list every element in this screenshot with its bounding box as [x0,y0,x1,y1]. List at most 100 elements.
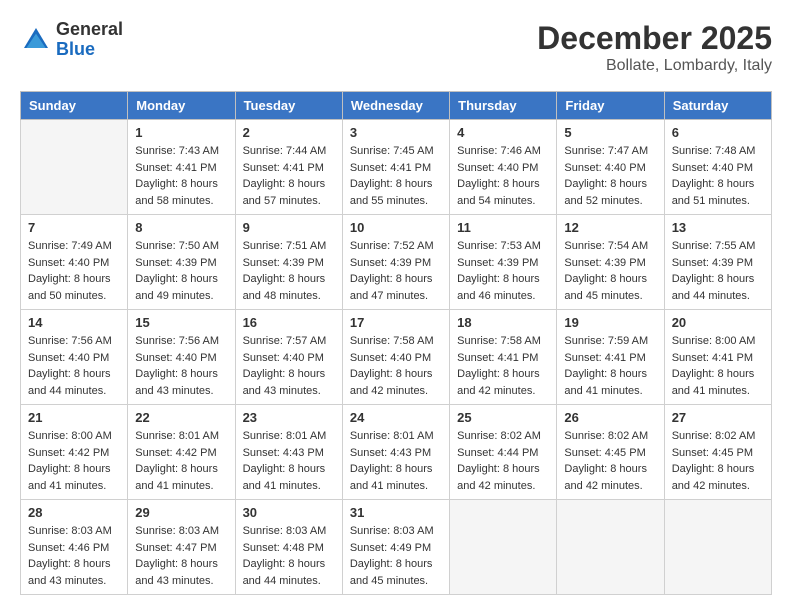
sunset: Sunset: 4:44 PM [457,445,549,462]
table-row: 24 Sunrise: 8:01 AM Sunset: 4:43 PM Dayl… [342,405,449,500]
day-info: Sunrise: 7:50 AM Sunset: 4:39 PM Dayligh… [135,238,227,304]
table-row: 15 Sunrise: 7:56 AM Sunset: 4:40 PM Dayl… [128,310,235,405]
sunset: Sunset: 4:41 PM [350,160,442,177]
day-number: 25 [457,410,549,425]
day-number: 29 [135,505,227,520]
daylight: Daylight: 8 hours and 43 minutes. [243,366,335,399]
day-number: 22 [135,410,227,425]
sunrise: Sunrise: 8:01 AM [350,428,442,445]
day-info: Sunrise: 7:48 AM Sunset: 4:40 PM Dayligh… [672,143,764,209]
day-info: Sunrise: 8:00 AM Sunset: 4:41 PM Dayligh… [672,333,764,399]
sunrise: Sunrise: 7:58 AM [457,333,549,350]
day-number: 11 [457,220,549,235]
day-info: Sunrise: 7:45 AM Sunset: 4:41 PM Dayligh… [350,143,442,209]
calendar-week-row: 28 Sunrise: 8:03 AM Sunset: 4:46 PM Dayl… [21,500,772,595]
daylight: Daylight: 8 hours and 58 minutes. [135,176,227,209]
day-number: 3 [350,125,442,140]
sunrise: Sunrise: 7:47 AM [564,143,656,160]
day-info: Sunrise: 8:03 AM Sunset: 4:47 PM Dayligh… [135,523,227,589]
sunrise: Sunrise: 8:03 AM [28,523,120,540]
sunset: Sunset: 4:40 PM [28,350,120,367]
table-row: 27 Sunrise: 8:02 AM Sunset: 4:45 PM Dayl… [664,405,771,500]
sunset: Sunset: 4:39 PM [350,255,442,272]
daylight: Daylight: 8 hours and 48 minutes. [243,271,335,304]
header-tuesday: Tuesday [235,92,342,120]
calendar-week-row: 21 Sunrise: 8:00 AM Sunset: 4:42 PM Dayl… [21,405,772,500]
daylight: Daylight: 8 hours and 51 minutes. [672,176,764,209]
table-row: 31 Sunrise: 8:03 AM Sunset: 4:49 PM Dayl… [342,500,449,595]
sunrise: Sunrise: 8:00 AM [28,428,120,445]
table-row: 20 Sunrise: 8:00 AM Sunset: 4:41 PM Dayl… [664,310,771,405]
day-number: 13 [672,220,764,235]
header-sunday: Sunday [21,92,128,120]
table-row [557,500,664,595]
sunset: Sunset: 4:47 PM [135,540,227,557]
daylight: Daylight: 8 hours and 45 minutes. [350,556,442,589]
sunset: Sunset: 4:49 PM [350,540,442,557]
logo-blue: Blue [56,40,123,60]
header-thursday: Thursday [450,92,557,120]
logo-general: General [56,20,123,40]
daylight: Daylight: 8 hours and 44 minutes. [243,556,335,589]
sunset: Sunset: 4:41 PM [457,350,549,367]
daylight: Daylight: 8 hours and 45 minutes. [564,271,656,304]
table-row: 17 Sunrise: 7:58 AM Sunset: 4:40 PM Dayl… [342,310,449,405]
sunrise: Sunrise: 7:57 AM [243,333,335,350]
daylight: Daylight: 8 hours and 42 minutes. [457,461,549,494]
day-info: Sunrise: 7:46 AM Sunset: 4:40 PM Dayligh… [457,143,549,209]
header-wednesday: Wednesday [342,92,449,120]
sunset: Sunset: 4:45 PM [672,445,764,462]
day-number: 1 [135,125,227,140]
sunrise: Sunrise: 8:03 AM [243,523,335,540]
day-info: Sunrise: 7:51 AM Sunset: 4:39 PM Dayligh… [243,238,335,304]
day-info: Sunrise: 7:44 AM Sunset: 4:41 PM Dayligh… [243,143,335,209]
table-row: 12 Sunrise: 7:54 AM Sunset: 4:39 PM Dayl… [557,215,664,310]
daylight: Daylight: 8 hours and 42 minutes. [350,366,442,399]
daylight: Daylight: 8 hours and 47 minutes. [350,271,442,304]
day-info: Sunrise: 7:57 AM Sunset: 4:40 PM Dayligh… [243,333,335,399]
sunrise: Sunrise: 8:00 AM [672,333,764,350]
sunrise: Sunrise: 7:55 AM [672,238,764,255]
table-row [664,500,771,595]
table-row: 21 Sunrise: 8:00 AM Sunset: 4:42 PM Dayl… [21,405,128,500]
title-section: December 2025 Bollate, Lombardy, Italy [537,20,772,75]
table-row: 28 Sunrise: 8:03 AM Sunset: 4:46 PM Dayl… [21,500,128,595]
sunrise: Sunrise: 8:03 AM [350,523,442,540]
table-row: 2 Sunrise: 7:44 AM Sunset: 4:41 PM Dayli… [235,120,342,215]
day-info: Sunrise: 8:02 AM Sunset: 4:45 PM Dayligh… [564,428,656,494]
table-row: 9 Sunrise: 7:51 AM Sunset: 4:39 PM Dayli… [235,215,342,310]
day-number: 6 [672,125,764,140]
daylight: Daylight: 8 hours and 41 minutes. [350,461,442,494]
sunset: Sunset: 4:43 PM [243,445,335,462]
daylight: Daylight: 8 hours and 44 minutes. [28,366,120,399]
sunrise: Sunrise: 7:48 AM [672,143,764,160]
day-number: 18 [457,315,549,330]
table-row: 25 Sunrise: 8:02 AM Sunset: 4:44 PM Dayl… [450,405,557,500]
day-info: Sunrise: 8:03 AM Sunset: 4:46 PM Dayligh… [28,523,120,589]
day-number: 15 [135,315,227,330]
daylight: Daylight: 8 hours and 54 minutes. [457,176,549,209]
day-info: Sunrise: 7:47 AM Sunset: 4:40 PM Dayligh… [564,143,656,209]
sunset: Sunset: 4:39 PM [564,255,656,272]
day-info: Sunrise: 8:02 AM Sunset: 4:44 PM Dayligh… [457,428,549,494]
header-monday: Monday [128,92,235,120]
daylight: Daylight: 8 hours and 42 minutes. [672,461,764,494]
day-info: Sunrise: 7:56 AM Sunset: 4:40 PM Dayligh… [28,333,120,399]
day-number: 12 [564,220,656,235]
table-row: 8 Sunrise: 7:50 AM Sunset: 4:39 PM Dayli… [128,215,235,310]
sunrise: Sunrise: 7:45 AM [350,143,442,160]
sunrise: Sunrise: 8:02 AM [672,428,764,445]
day-info: Sunrise: 7:54 AM Sunset: 4:39 PM Dayligh… [564,238,656,304]
header-friday: Friday [557,92,664,120]
daylight: Daylight: 8 hours and 43 minutes. [135,556,227,589]
sunrise: Sunrise: 7:44 AM [243,143,335,160]
day-number: 31 [350,505,442,520]
sunset: Sunset: 4:40 PM [564,160,656,177]
sunrise: Sunrise: 7:50 AM [135,238,227,255]
day-number: 9 [243,220,335,235]
day-number: 23 [243,410,335,425]
table-row: 3 Sunrise: 7:45 AM Sunset: 4:41 PM Dayli… [342,120,449,215]
day-number: 21 [28,410,120,425]
table-row: 4 Sunrise: 7:46 AM Sunset: 4:40 PM Dayli… [450,120,557,215]
day-info: Sunrise: 7:53 AM Sunset: 4:39 PM Dayligh… [457,238,549,304]
